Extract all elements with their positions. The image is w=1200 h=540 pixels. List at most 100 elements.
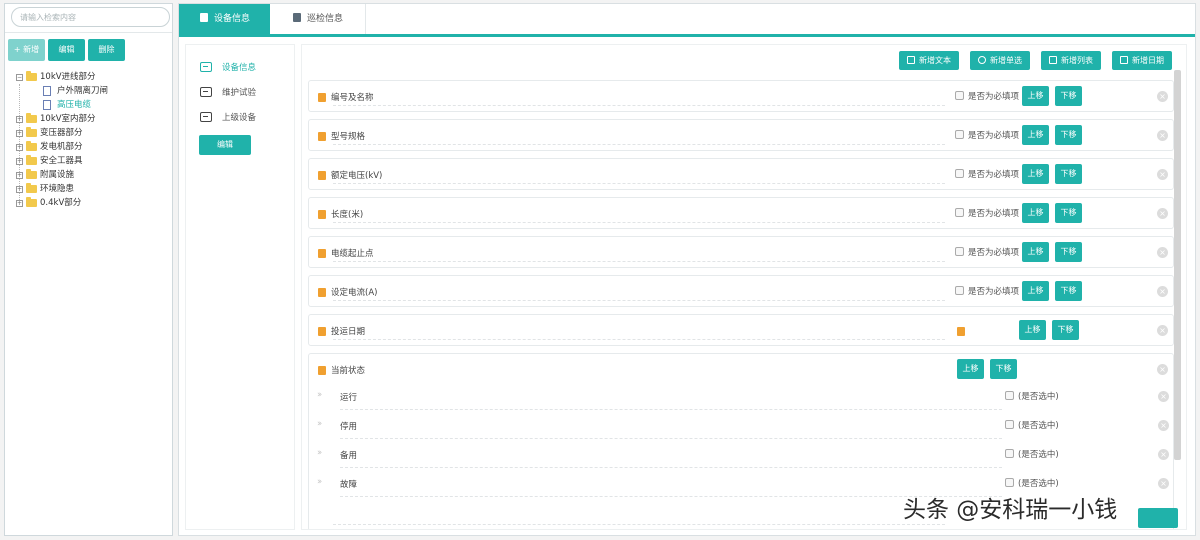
expand-icon[interactable]: +: [16, 144, 23, 151]
remove-icon[interactable]: ×: [1157, 169, 1168, 180]
move-down-button[interactable]: 下移: [1055, 281, 1082, 301]
remove-icon[interactable]: ×: [1157, 247, 1168, 258]
file-icon: [43, 86, 51, 96]
move-up-button[interactable]: 上移: [1022, 164, 1049, 184]
required-toggle[interactable]: 是否为必填项: [955, 285, 1019, 297]
option-selected-toggle[interactable]: (是否选中): [1005, 477, 1059, 489]
required-checkbox[interactable]: [955, 91, 964, 100]
move-down-button[interactable]: 下移: [1055, 86, 1082, 106]
tree-node-outdoor-switch[interactable]: 户外隔离刀闸: [5, 84, 165, 98]
subnav-parent-device[interactable]: 上级设备: [200, 111, 290, 125]
field-label: 投运日期: [331, 327, 366, 337]
tree-node-label: 10kV室内部分: [40, 114, 96, 124]
remove-icon[interactable]: ×: [1157, 325, 1168, 336]
tree-node-environment[interactable]: + 环境隐患: [5, 182, 165, 196]
expand-icon[interactable]: +: [16, 158, 23, 165]
scrollbar[interactable]: [1174, 70, 1181, 460]
form-field: 编号及名称 是否为必填项 上移 下移 ×: [308, 80, 1174, 112]
selected-checkbox[interactable]: [1005, 391, 1014, 400]
move-down-button[interactable]: 下移: [1055, 242, 1082, 262]
radio-icon: [978, 56, 986, 64]
tree-node-safety-tools[interactable]: + 安全工器具: [5, 154, 165, 168]
chevron-right-icon: ››: [317, 419, 322, 429]
required-checkbox[interactable]: [955, 130, 964, 139]
move-up-button[interactable]: 上移: [1022, 86, 1049, 106]
expand-icon[interactable]: +: [16, 200, 23, 207]
subnav-edit-button[interactable]: 编辑: [199, 135, 251, 155]
calendar-icon[interactable]: [957, 327, 965, 336]
remove-icon[interactable]: ×: [1157, 208, 1168, 219]
move-down-button[interactable]: 下移: [990, 359, 1017, 379]
search-box[interactable]: [11, 7, 170, 27]
tree-node-04kv[interactable]: + 0.4kV部分: [5, 196, 165, 210]
move-up-button[interactable]: 上移: [1022, 281, 1049, 301]
radio-option: ›› 运行 (是否选中) ×: [308, 382, 1174, 410]
required-checkbox[interactable]: [955, 169, 964, 178]
required-toggle[interactable]: 是否为必填项: [955, 90, 1019, 102]
selected-checkbox[interactable]: [1005, 478, 1014, 487]
remove-option-icon[interactable]: ×: [1158, 391, 1169, 402]
subnav-maintenance[interactable]: 维护试验: [200, 86, 290, 100]
remove-icon[interactable]: ×: [1157, 130, 1168, 141]
option-selected-toggle[interactable]: (是否选中): [1005, 390, 1059, 402]
move-up-button[interactable]: 上移: [1022, 125, 1049, 145]
move-down-button[interactable]: 下移: [1055, 203, 1082, 223]
edit-button[interactable]: 编辑: [48, 39, 85, 61]
tab-inspection-info[interactable]: 巡检信息: [270, 4, 366, 34]
add-radio-button[interactable]: 新增单选: [970, 51, 1030, 70]
tree-node-transformer[interactable]: + 变压器部分: [5, 126, 165, 140]
move-up-button[interactable]: 上移: [957, 359, 984, 379]
folder-icon: [26, 169, 37, 179]
expand-icon[interactable]: +: [16, 116, 23, 123]
required-toggle[interactable]: 是否为必填项: [955, 168, 1019, 180]
tree-node-10kv-indoor[interactable]: + 10kV室内部分: [5, 112, 165, 126]
move-down-button[interactable]: 下移: [1052, 320, 1079, 340]
tree-node-auxiliary[interactable]: + 附属设施: [5, 168, 165, 182]
option-selected-toggle[interactable]: (是否选中): [1005, 448, 1059, 460]
required-toggle[interactable]: 是否为必填项: [955, 207, 1019, 219]
remove-icon[interactable]: ×: [1157, 286, 1168, 297]
partially-hidden-button[interactable]: [1138, 508, 1178, 528]
tree-node-10kv-incoming[interactable]: − 10kV进线部分: [5, 70, 165, 84]
expand-icon[interactable]: +: [16, 186, 23, 193]
watermark-text: 头条 @安科瑞一小钱: [903, 497, 1118, 523]
required-toggle[interactable]: 是否为必填项: [955, 246, 1019, 258]
selected-label: (是否选中): [1018, 479, 1059, 489]
remove-option-icon[interactable]: ×: [1158, 478, 1169, 489]
remove-icon[interactable]: ×: [1157, 91, 1168, 102]
selected-checkbox[interactable]: [1005, 449, 1014, 458]
remove-icon[interactable]: ×: [1157, 364, 1168, 375]
tree-node-generator[interactable]: + 发电机部分: [5, 140, 165, 154]
option-selected-toggle[interactable]: (是否选中): [1005, 419, 1059, 431]
collapse-icon[interactable]: −: [16, 74, 23, 81]
add-button[interactable]: + 新增: [8, 39, 45, 61]
required-checkbox[interactable]: [955, 247, 964, 256]
selected-label: (是否选中): [1018, 450, 1059, 460]
required-checkbox[interactable]: [955, 286, 964, 295]
move-up-button[interactable]: 上移: [1022, 203, 1049, 223]
delete-button[interactable]: 删除: [88, 39, 125, 61]
move-down-button[interactable]: 下移: [1055, 125, 1082, 145]
add-date-button[interactable]: 新增日期: [1112, 51, 1172, 70]
remove-option-icon[interactable]: ×: [1158, 420, 1169, 431]
field-type-icon: [318, 171, 326, 180]
tab-device-info[interactable]: 设备信息: [179, 4, 270, 34]
remove-option-icon[interactable]: ×: [1158, 449, 1169, 460]
divider: [5, 32, 172, 33]
add-text-button[interactable]: 新增文本: [899, 51, 959, 70]
expand-icon[interactable]: +: [16, 130, 23, 137]
move-up-button[interactable]: 上移: [1019, 320, 1046, 340]
tree-node-hv-cable[interactable]: 高压电缆: [5, 98, 165, 112]
list-icon: [1049, 56, 1057, 64]
move-up-button[interactable]: 上移: [1022, 242, 1049, 262]
add-list-button[interactable]: 新增列表: [1041, 51, 1101, 70]
required-checkbox[interactable]: [955, 208, 964, 217]
tab-label: 设备信息: [214, 14, 251, 24]
search-input[interactable]: [12, 8, 169, 26]
subnav-device-info[interactable]: 设备信息: [200, 61, 290, 75]
required-toggle[interactable]: 是否为必填项: [955, 129, 1019, 141]
expand-icon[interactable]: +: [16, 172, 23, 179]
selected-checkbox[interactable]: [1005, 420, 1014, 429]
move-down-button[interactable]: 下移: [1055, 164, 1082, 184]
required-label: 是否为必填项: [968, 209, 1020, 219]
